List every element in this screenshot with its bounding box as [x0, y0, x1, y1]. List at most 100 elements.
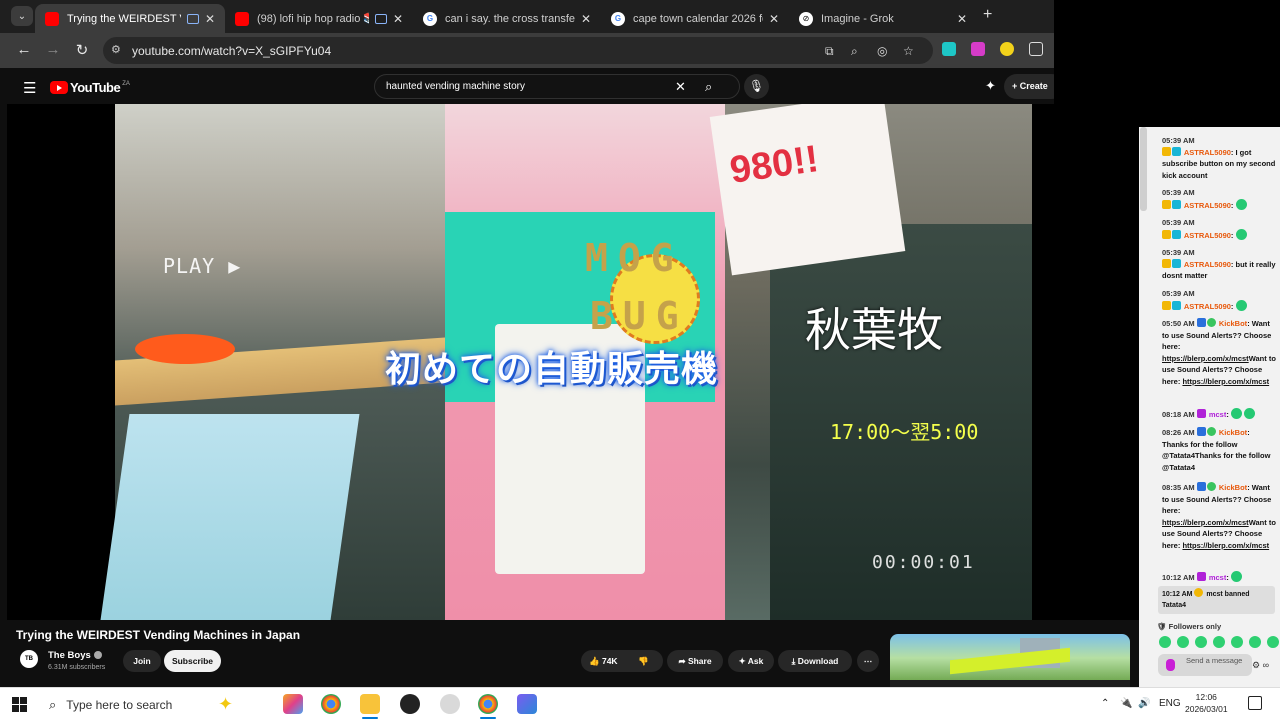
- search-icon[interactable]: ⌕: [705, 79, 712, 95]
- message-username[interactable]: mcst: [1209, 410, 1227, 419]
- country-code: ZA: [122, 80, 130, 87]
- message-username[interactable]: KickBot: [1219, 483, 1247, 492]
- snipping-tool-icon[interactable]: [440, 694, 460, 714]
- volume-icon[interactable]: 🔊: [1138, 698, 1150, 709]
- emote-icon[interactable]: [1231, 636, 1243, 648]
- extension-icon[interactable]: [942, 42, 956, 56]
- zoom-icon[interactable]: ⌕: [851, 44, 858, 59]
- ai-sparkle-icon[interactable]: ✦: [985, 78, 996, 94]
- verified-badge-icon: [1206, 427, 1216, 436]
- message-username[interactable]: ASTRAL5090: [1184, 231, 1231, 240]
- ask-button[interactable]: ✦ Ask: [728, 650, 774, 672]
- tab-search-chevron-icon[interactable]: ⌄: [11, 6, 33, 26]
- recommended-video-thumbnail[interactable]: [890, 634, 1130, 687]
- video-player[interactable]: 980!! 秋葉牧 17:00～翌5:00 MOG BUG PLAY ▶ 初めて…: [7, 104, 1139, 620]
- extension-icon[interactable]: [971, 42, 985, 56]
- emote-icon[interactable]: [1159, 636, 1171, 648]
- chat-message: 05:50 AM KickBot: Want to use Sound Aler…: [1162, 318, 1276, 386]
- download-button[interactable]: ⤓ Download: [778, 650, 852, 672]
- new-tab-plus-icon[interactable]: +: [983, 6, 992, 24]
- subscribe-button[interactable]: Subscribe: [164, 650, 221, 672]
- more-actions-icon[interactable]: ⋯: [857, 650, 879, 672]
- like-dislike-button[interactable]: 👍 74K 👎: [581, 650, 663, 672]
- chrome-icon[interactable]: [321, 694, 341, 714]
- extension-icon[interactable]: [1000, 42, 1014, 56]
- menu-icon[interactable]: ☰: [23, 79, 36, 97]
- message-link[interactable]: https://blerp.com/x/mcst: [1162, 518, 1249, 527]
- eye-off-icon[interactable]: ◎: [877, 44, 887, 58]
- back-arrow-icon[interactable]: ←: [14, 41, 34, 58]
- thumbs-up-icon[interactable]: 👍: [589, 656, 600, 666]
- extensions-puzzle-icon[interactable]: [1029, 42, 1043, 56]
- message-username[interactable]: ASTRAL5090: [1184, 148, 1231, 157]
- message-link[interactable]: https://blerp.com/x/mcst: [1182, 377, 1269, 386]
- crown-badge-icon: [1162, 146, 1171, 156]
- tab-cape-town-calendar[interactable]: G cape town calendar 2026 febru ✕: [601, 4, 789, 33]
- share-button[interactable]: ➦ Share: [667, 650, 723, 672]
- microphone-icon[interactable]: 🎙: [744, 74, 769, 99]
- ban-notice: 10:12 AM mcst banned Tatata4: [1158, 586, 1275, 614]
- tab-imagine-grok[interactable]: ⊘ Imagine - Grok ✕: [789, 4, 977, 33]
- url-text[interactable]: youtube.com/watch?v=X_sGIPFYu04: [132, 44, 331, 58]
- copilot-icon[interactable]: [283, 694, 303, 714]
- youtube-logo[interactable]: YouTube ZA: [50, 80, 130, 95]
- cast-screen-icon[interactable]: ⧉: [825, 44, 834, 59]
- message-username[interactable]: mcst: [1209, 573, 1227, 582]
- search-box[interactable]: haunted vending machine story ✕ ⌕: [374, 74, 740, 99]
- emote-icon[interactable]: [1249, 636, 1261, 648]
- file-explorer-icon[interactable]: [360, 694, 380, 719]
- emote-icon[interactable]: [1213, 636, 1225, 648]
- message-username[interactable]: ASTRAL5090: [1184, 302, 1231, 311]
- channel-avatar[interactable]: TB: [20, 650, 38, 668]
- site-info-icon[interactable]: ⚙: [111, 43, 125, 57]
- grok-icon: ⊘: [799, 11, 813, 26]
- join-button[interactable]: Join: [123, 650, 161, 672]
- emote-icon[interactable]: [1177, 636, 1189, 648]
- tab-lofi-radio[interactable]: (98) lofi hip hop radio 📚 b ✕: [225, 4, 413, 33]
- download-icon: ⤓: [791, 656, 796, 666]
- close-tab-icon[interactable]: ✕: [581, 12, 591, 26]
- close-tab-icon[interactable]: ✕: [769, 12, 779, 26]
- usb-icon[interactable]: 🔌: [1120, 698, 1132, 709]
- message-time: 05:39 AM: [1162, 248, 1195, 257]
- notification-center-icon[interactable]: [1248, 696, 1262, 710]
- message-link[interactable]: https://blerp.com/x/mcst: [1162, 354, 1249, 363]
- tab-cross-transference[interactable]: G can i say. the cross transferenc ✕: [413, 4, 601, 33]
- close-tab-icon[interactable]: ✕: [957, 12, 967, 26]
- channel-name[interactable]: The Boys: [48, 650, 91, 661]
- channel-name-row[interactable]: The Boys: [48, 650, 102, 661]
- taskbar-search-placeholder[interactable]: Type here to search: [66, 698, 172, 712]
- chat-settings-icon[interactable]: ⚙ ∞: [1252, 660, 1269, 671]
- message-username[interactable]: ASTRAL5090: [1184, 260, 1231, 269]
- bookmark-star-icon[interactable]: ☆: [903, 44, 914, 58]
- message-time: 08:18 AM: [1162, 410, 1195, 419]
- chrome-active-icon[interactable]: [478, 694, 498, 719]
- tab-trying-the-weirdest[interactable]: Trying the WEIRDEST Vend ✕: [35, 4, 225, 33]
- forward-arrow-icon[interactable]: →: [43, 41, 63, 58]
- reload-icon[interactable]: ↻: [72, 41, 92, 59]
- windows-start-icon[interactable]: [12, 697, 27, 712]
- close-tab-icon[interactable]: ✕: [393, 12, 403, 26]
- message-username[interactable]: KickBot: [1219, 319, 1247, 328]
- emote-icon[interactable]: [1195, 636, 1207, 648]
- teams-icon[interactable]: [517, 694, 537, 714]
- close-tab-icon[interactable]: ✕: [205, 12, 215, 26]
- chat-scrollbar[interactable]: [1140, 127, 1147, 211]
- thumbs-down-icon[interactable]: 👎: [638, 650, 649, 672]
- system-clock[interactable]: 12:06 2026/03/01: [1185, 691, 1228, 715]
- taskbar-search[interactable]: ⌕ Type here to search ✦: [40, 690, 268, 720]
- clear-search-icon[interactable]: ✕: [675, 79, 686, 95]
- address-bar[interactable]: ⚙ youtube.com/watch?v=X_sGIPFYu04 ⧉ ⌕ ◎ …: [103, 37, 933, 64]
- language-indicator[interactable]: ENG: [1159, 698, 1181, 709]
- chat-message: 08:26 AM KickBot: Thanks for the follow …: [1162, 427, 1271, 472]
- sub-badge-icon: [1172, 229, 1181, 239]
- obs-icon[interactable]: [400, 694, 420, 714]
- ban-notice-time: 10:12 AM: [1162, 591, 1193, 598]
- emote-icon[interactable]: [1267, 636, 1279, 648]
- search-input[interactable]: haunted vending machine story: [386, 81, 525, 92]
- message-username[interactable]: KickBot: [1219, 428, 1247, 437]
- message-username[interactable]: ASTRAL5090: [1184, 201, 1231, 210]
- clock-date: 2026/03/01: [1185, 704, 1228, 714]
- message-link[interactable]: https://blerp.com/x/mcst: [1182, 541, 1269, 550]
- tray-chevron-icon[interactable]: ⌃: [1101, 698, 1109, 709]
